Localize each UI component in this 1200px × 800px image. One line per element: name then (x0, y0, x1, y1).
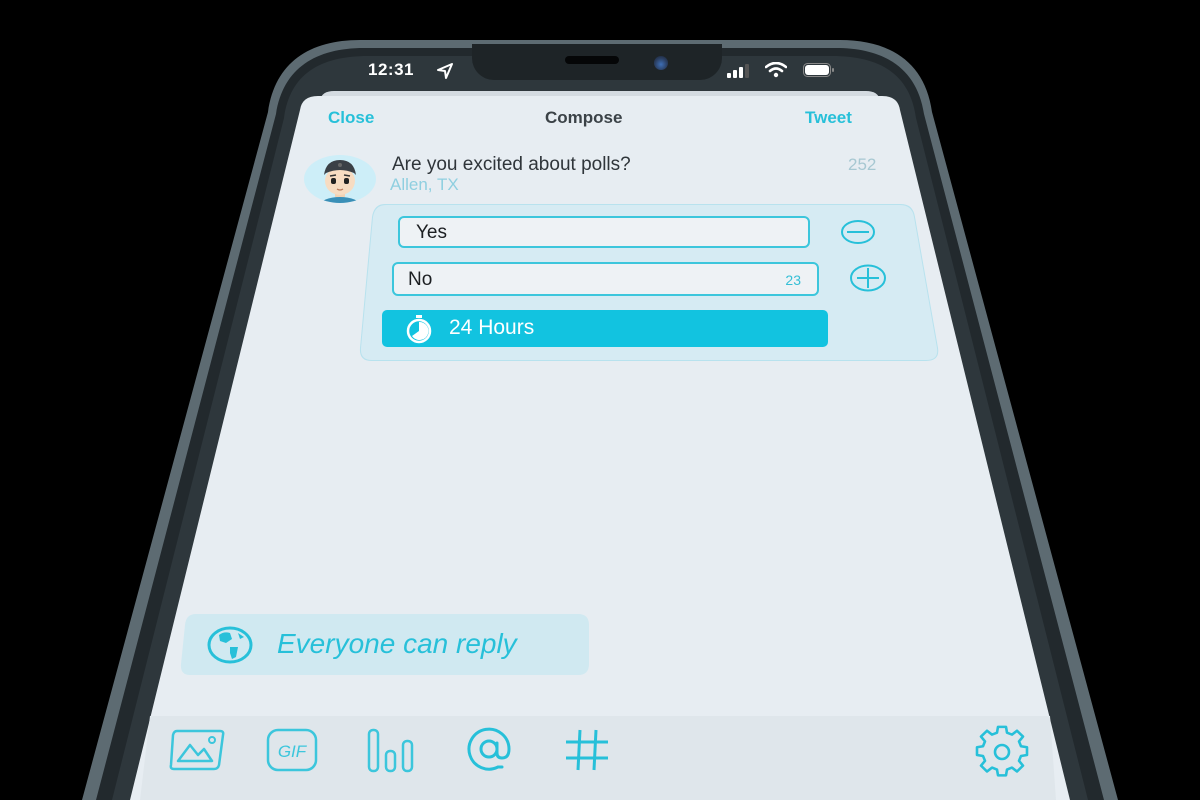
compose-nav-bar: Close Compose Tweet (0, 108, 1200, 132)
tweet-button[interactable]: Tweet (805, 108, 852, 128)
poll-duration-label: 24 Hours (449, 316, 535, 339)
remove-option-button[interactable] (841, 220, 875, 244)
add-option-button[interactable] (850, 264, 886, 292)
toolbar-image-button[interactable] (168, 727, 226, 773)
close-button[interactable]: Close (328, 108, 374, 128)
toolbar-poll-button[interactable] (365, 727, 419, 775)
cellular-signal-icon (727, 64, 749, 78)
poll-option-1-value: Yes (416, 222, 447, 243)
avatar-illustration (320, 160, 360, 203)
gif-icon: GIF (266, 728, 318, 772)
plus-circle-icon (850, 264, 886, 292)
hashtag-icon (566, 729, 608, 771)
avatar[interactable] (304, 155, 376, 203)
poll-option-2-value: No (408, 269, 433, 290)
globe-icon (207, 626, 253, 664)
poll-icon (367, 728, 414, 773)
gear-icon (975, 725, 1029, 777)
status-time: 12:31 (368, 60, 414, 79)
toolbar-hashtag-button[interactable] (562, 727, 612, 773)
minus-circle-icon (841, 220, 875, 244)
reply-setting-label: Everyone can reply (277, 628, 517, 659)
toolbar-mention-button[interactable] (462, 725, 516, 775)
stopwatch-icon (406, 315, 432, 344)
status-bar: 12:31 (0, 58, 1200, 86)
battery-icon (803, 63, 834, 77)
toolbar-settings-button[interactable] (972, 724, 1032, 780)
poll-option-1-input[interactable]: Yes (398, 216, 810, 248)
page-title: Compose (545, 108, 623, 127)
poll-option-2-input[interactable]: No 23 (392, 262, 819, 296)
poll-option-2-char-count: 23 (785, 272, 801, 288)
location-arrow-icon (437, 63, 453, 79)
gif-label: GIF (278, 742, 308, 761)
image-icon (169, 729, 225, 771)
location-tag[interactable]: Allen, TX (390, 175, 459, 195)
poll-duration-button[interactable]: 24 Hours (382, 310, 828, 347)
at-icon (467, 727, 511, 771)
character-count: 252 (848, 155, 877, 174)
toolbar-gif-button[interactable]: GIF (265, 727, 319, 773)
wifi-icon (765, 62, 787, 78)
tweet-text[interactable]: Are you excited about polls? (392, 154, 631, 176)
